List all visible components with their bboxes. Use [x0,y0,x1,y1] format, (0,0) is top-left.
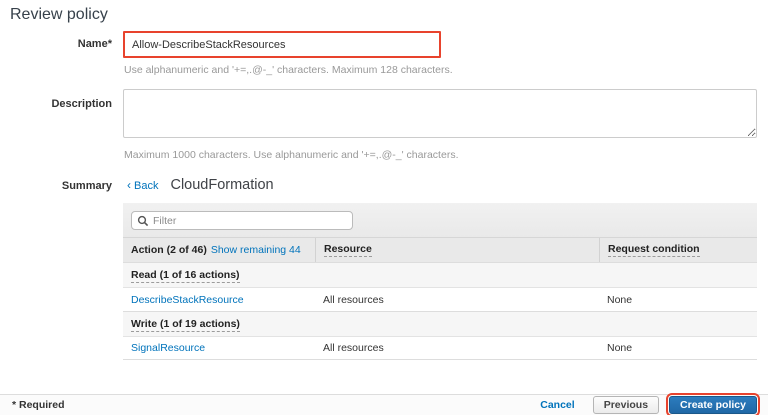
resource-cell: All resources [315,342,599,354]
read-group-label: Read (1 of 16 actions) [131,269,240,283]
back-link-label: Back [134,180,158,192]
column-header-request-condition: Request condition [599,238,757,262]
request-condition-header-label: Request condition [608,243,700,257]
description-label: Description [0,89,112,138]
name-label: Name* [0,31,112,58]
action-count-label: Action (2 of 46) [131,244,207,256]
table-row: DescribeStackResource All resources None [123,287,757,311]
service-title: CloudFormation [170,177,273,193]
create-policy-button[interactable]: Create policy [669,396,757,414]
table-row: SignalResource All resources None [123,336,757,360]
previous-button[interactable]: Previous [593,396,659,414]
footer-bar: * Required Cancel Previous Create policy [0,394,768,415]
group-row-read: Read (1 of 16 actions) [123,262,757,287]
action-link-describe-stack-resource[interactable]: DescribeStackResource [131,294,244,306]
table-header-row: Action (2 of 46) Show remaining 44 Resou… [123,238,757,262]
name-field-row: Name* [0,31,441,58]
back-link[interactable]: ‹Back [127,178,158,192]
condition-cell: None [599,342,757,354]
summary-label: Summary [0,180,112,192]
column-header-action: Action (2 of 46) Show remaining 44 [123,238,315,262]
filter-bar [123,203,757,238]
cancel-link[interactable]: Cancel [540,399,574,411]
group-row-write: Write (1 of 19 actions) [123,311,757,336]
condition-cell: None [599,294,757,306]
policy-description-textarea[interactable] [123,89,757,138]
action-link-signal-resource[interactable]: SignalResource [131,342,205,354]
filter-box [131,211,353,230]
policy-name-input[interactable] [123,31,441,58]
write-group-label: Write (1 of 19 actions) [131,318,240,332]
chevron-left-icon: ‹ [127,178,131,192]
page-title: Review policy [10,6,108,24]
policy-summary-panel: Action (2 of 46) Show remaining 44 Resou… [123,203,757,360]
resource-cell: All resources [315,294,599,306]
show-remaining-link[interactable]: Show remaining 44 [211,244,301,256]
column-header-resource: Resource [315,238,599,262]
action-cell: SignalResource [123,342,315,354]
action-cell: DescribeStackResource [123,294,315,306]
required-note: * Required [12,399,65,411]
description-help-text: Maximum 1000 characters. Use alphanumeri… [124,149,458,161]
summary-header-row: Summary ‹Back CloudFormation [0,177,274,193]
description-field-row: Description [0,89,757,138]
resource-header-label: Resource [324,243,372,257]
name-help-text: Use alphanumeric and '+=,.@-_' character… [124,64,453,76]
filter-input[interactable] [132,212,352,229]
